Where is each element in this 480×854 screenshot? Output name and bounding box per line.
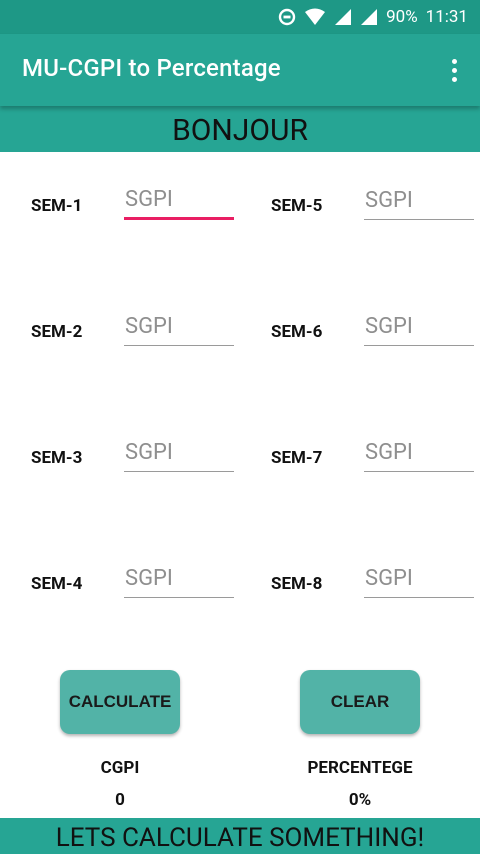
sem-row-4: SEM-4 SEM-8: [0, 560, 480, 610]
clear-button[interactable]: CLEAR: [300, 670, 420, 734]
app-title: MU-CGPI to Percentage: [22, 54, 281, 82]
sem-7-sgpi-input[interactable]: [364, 434, 474, 472]
calculate-button[interactable]: CALCULATE: [60, 670, 180, 734]
sem-5-label: SEM-5: [271, 196, 323, 216]
sem-7-label: SEM-7: [271, 448, 323, 468]
sem-8-sgpi-input[interactable]: [364, 560, 474, 598]
percentage-value: 0%: [348, 790, 372, 810]
sem-5-sgpi-input[interactable]: [364, 182, 474, 220]
sem-row-1: SEM-1 SEM-5: [0, 182, 480, 232]
sem-row-2: SEM-2 SEM-6: [0, 308, 480, 358]
signal-icon-2: [360, 8, 378, 26]
data-saver-icon: [278, 8, 296, 26]
battery-level: 90%: [386, 7, 418, 27]
sem-1-sgpi-input[interactable]: [124, 182, 234, 220]
sem-3-label: SEM-3: [31, 448, 83, 468]
clock: 11:31: [425, 7, 468, 27]
wifi-icon: [304, 8, 326, 26]
more-vert-icon[interactable]: [442, 54, 466, 86]
sem-8-label: SEM-8: [271, 574, 323, 594]
sem-2-sgpi-input[interactable]: [124, 308, 234, 346]
sem-2-label: SEM-2: [31, 322, 83, 342]
sem-6-sgpi-input[interactable]: [364, 308, 474, 346]
sem-3-sgpi-input[interactable]: [124, 434, 234, 472]
status-bar: 90% 11:31: [0, 0, 480, 34]
sem-row-3: SEM-3 SEM-7: [0, 434, 480, 484]
percentage-label: PERCENTEGE: [307, 758, 413, 778]
greeting-banner: BONJOUR: [0, 106, 480, 152]
footer-banner: LETS CALCULATE SOMETHING!: [0, 818, 480, 854]
sem-6-label: SEM-6: [271, 322, 323, 342]
app-bar: MU-CGPI to Percentage: [0, 34, 480, 106]
cgpi-label: CGPI: [100, 758, 140, 778]
cgpi-value: 0: [115, 790, 125, 810]
sem-4-sgpi-input[interactable]: [124, 560, 234, 598]
signal-icon: [334, 8, 352, 26]
sem-1-label: SEM-1: [31, 196, 83, 216]
sem-4-label: SEM-4: [31, 574, 83, 594]
